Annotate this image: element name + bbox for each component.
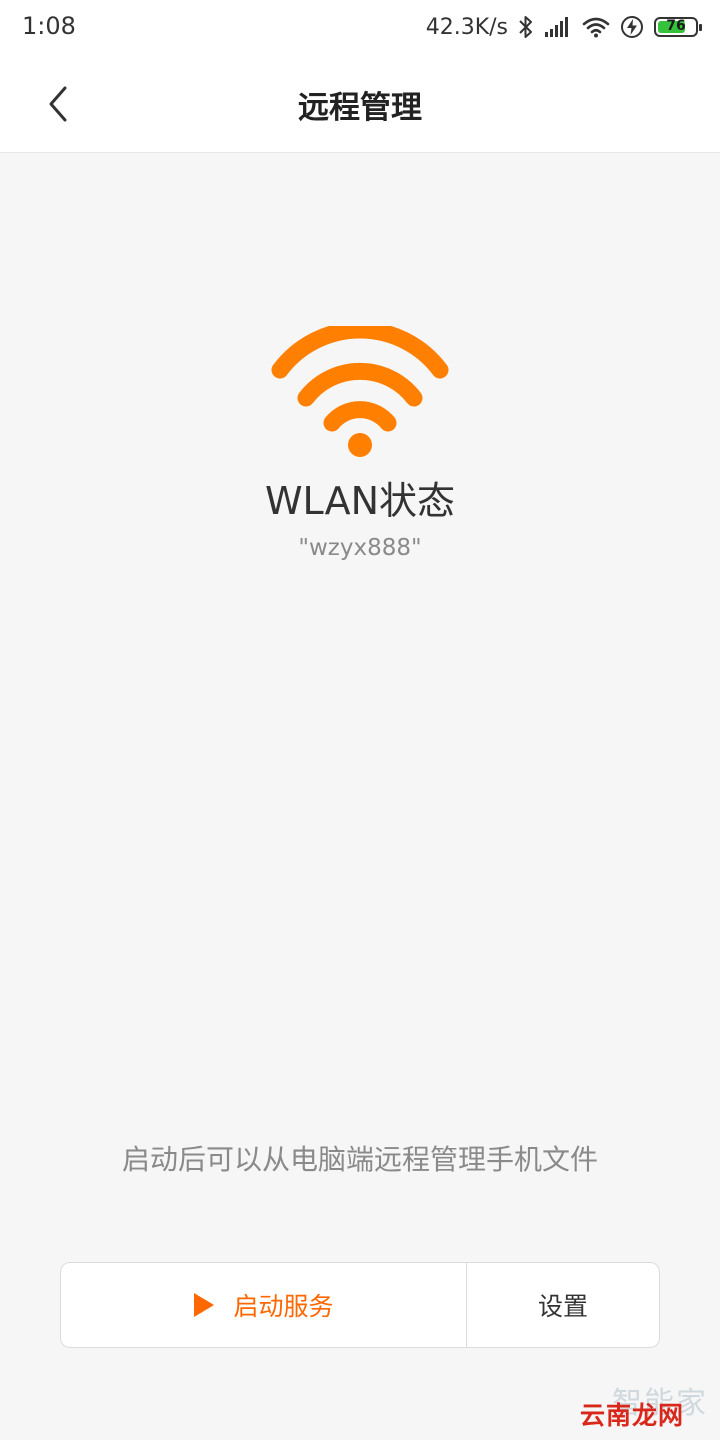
signal-icon: [544, 16, 572, 38]
wifi-ssid: "wzyx888": [298, 535, 422, 561]
status-icons: 42.3K/s 76: [425, 10, 702, 44]
hint-text: 启动后可以从电脑端远程管理手机文件: [121, 1143, 598, 1176]
status-time: 1:08: [22, 12, 76, 40]
settings-label: 设置: [537, 1292, 588, 1321]
page-title: 远程管理: [298, 90, 422, 126]
wifi-icon: [582, 16, 610, 38]
play-icon: [194, 1293, 215, 1317]
bluetooth-icon: [518, 14, 534, 40]
watermark-bottom: 云南龙网: [579, 1401, 684, 1430]
network-speed: 42.3K/s: [425, 14, 508, 40]
action-button-group: 启动服务 设置: [60, 1262, 660, 1348]
wlan-status-icon: [271, 326, 449, 457]
battery-level: 76: [666, 18, 686, 34]
settings-button[interactable]: 设置: [467, 1263, 659, 1347]
status-bar: 1:08 42.3K/s 76: [0, 0, 720, 54]
battery-tip: [699, 24, 702, 31]
start-service-button[interactable]: 启动服务: [61, 1263, 467, 1347]
charging-icon: [620, 15, 644, 39]
wlan-status-title: WLAN状态: [264, 479, 456, 523]
nav-bar: 远程管理: [0, 54, 720, 153]
battery-icon: 76: [654, 17, 702, 37]
start-service-label: 启动服务: [233, 1292, 334, 1321]
